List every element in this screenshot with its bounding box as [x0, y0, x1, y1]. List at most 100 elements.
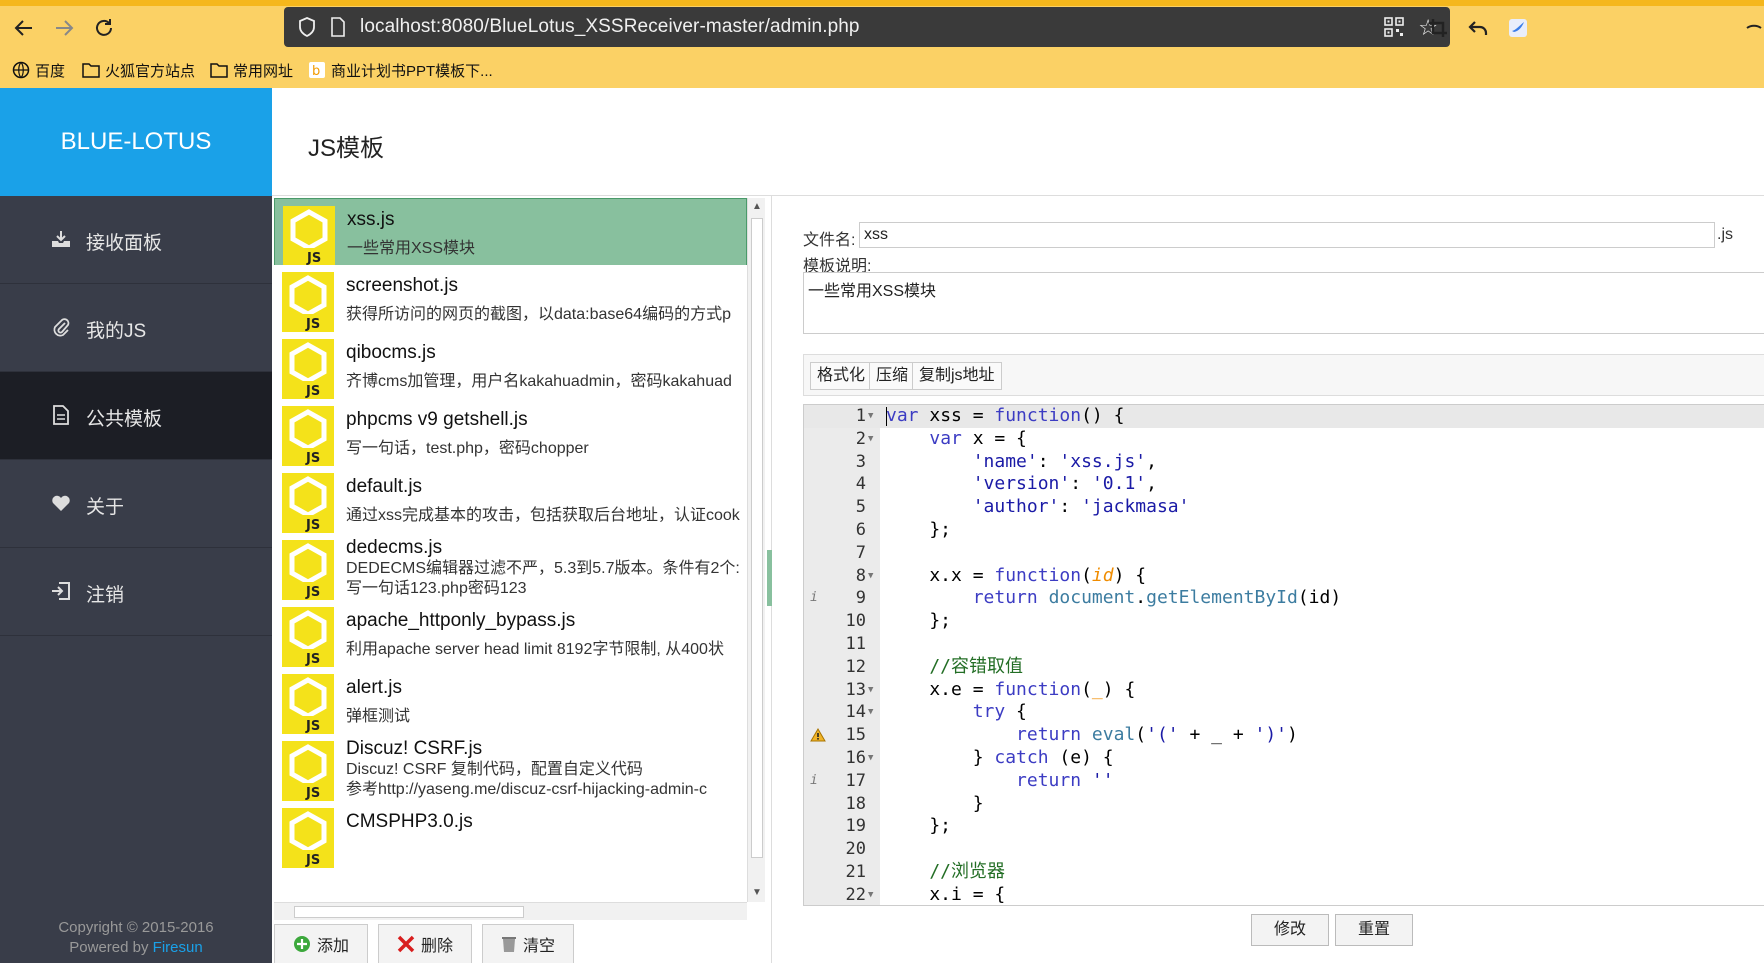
- fold-arrow-icon[interactable]: ▼: [868, 884, 873, 905]
- add-button[interactable]: 添加: [274, 924, 369, 963]
- template-list-item[interactable]: JS Discuz! CSRF.js Discuz! CSRF 复制代码，配置自定义…: [274, 734, 747, 808]
- code-line: return eval('(' + _ + ')'): [1016, 724, 1298, 746]
- fold-arrow-icon[interactable]: ▼: [868, 405, 873, 428]
- menu-icon[interactable]: [1740, 14, 1764, 42]
- sidebar-item-my-js[interactable]: 我的JS: [0, 284, 272, 372]
- sidebar-item-receive-panel[interactable]: 接收面板: [0, 196, 272, 284]
- fold-arrow-icon[interactable]: ▼: [868, 679, 873, 702]
- template-list-item[interactable]: JS default.js 通过xss完成基本的攻击，包括获取后台地址，认证cook: [274, 466, 747, 540]
- svg-text:JS: JS: [305, 786, 320, 801]
- js-logo-icon: JS: [280, 739, 336, 803]
- panel-splitter[interactable]: [767, 550, 772, 606]
- forward-arrow-icon[interactable]: [50, 14, 78, 42]
- logout-icon: [50, 580, 72, 602]
- address-bar[interactable]: localhost:8080/BlueLotus_XSSReceiver-mas…: [284, 7, 1450, 47]
- code-line: var x = {: [929, 427, 1027, 449]
- template-description-line: 获得所访问的网页的截图，以data:base64编码的方式p: [346, 306, 731, 323]
- code-line: };: [886, 815, 952, 837]
- sidebar-item-label: 接收面板: [86, 233, 163, 254]
- line-number: 22: [845, 884, 866, 905]
- url-text[interactable]: localhost:8080/BlueLotus_XSSReceiver-mas…: [360, 16, 860, 38]
- code-line: 'name': 'xss.js',: [972, 450, 1157, 472]
- sidebar-item-logout[interactable]: 注销: [0, 548, 272, 636]
- fold-arrow-icon[interactable]: ▼: [868, 428, 873, 451]
- template-description-line: Discuz! CSRF 复制代码，配置自定义代码: [346, 761, 643, 778]
- template-list-item[interactable]: JS phpcms v9 getshell.js 写一句话，test.php，密码c…: [274, 399, 747, 473]
- sidebar-item-label: 公共模板: [86, 409, 163, 430]
- chrome-top-strip: [0, 0, 1764, 6]
- warning-icon: [810, 724, 826, 747]
- template-list-item[interactable]: JS apache_httponly_bypass.js 利用apache serv…: [274, 600, 747, 674]
- sidebar-item-public-templates[interactable]: 公共模板: [0, 372, 272, 460]
- line-number: 3: [855, 451, 866, 472]
- svg-text:JS: JS: [305, 451, 320, 466]
- scroll-up-arrow-icon[interactable]: ▲: [748, 198, 766, 216]
- line-number: 5: [855, 497, 866, 518]
- scroll-thumb[interactable]: [751, 218, 763, 858]
- reload-icon[interactable]: [90, 14, 118, 42]
- sidebar-item-about[interactable]: 关于: [0, 460, 272, 548]
- template-list-item[interactable]: JS qibocms.js 齐博cms加管理，用户名kakahuadmin，密码ka…: [274, 332, 747, 406]
- template-list-item[interactable]: JS alert.js 弹框测试: [274, 667, 747, 741]
- back-arrow-icon[interactable]: [10, 14, 38, 42]
- bookmark-common-sites[interactable]: 常用网址: [210, 58, 293, 82]
- bookmark-ppt-template[interactable]: b 商业计划书PPT模板下...: [308, 58, 493, 82]
- bookmark-firefox-site[interactable]: 火狐官方站点: [82, 58, 195, 82]
- template-description: 利用apache server head limit 8192字节限制, 从40…: [346, 640, 746, 660]
- template-name: screenshot.js: [346, 275, 458, 296]
- template-name: qibocms.js: [346, 342, 436, 363]
- firesun-link[interactable]: Firesun: [153, 939, 203, 956]
- js-logo-icon: JS: [280, 672, 336, 736]
- fold-arrow-icon[interactable]: ▼: [868, 565, 873, 588]
- fold-arrow-icon[interactable]: ▼: [868, 701, 873, 724]
- delete-button[interactable]: 删除: [378, 924, 473, 963]
- undo-icon[interactable]: [1464, 14, 1492, 42]
- js-logo-icon: JS: [280, 605, 336, 669]
- shield-icon[interactable]: [298, 17, 316, 41]
- template-description-line: 弹框测试: [346, 708, 411, 725]
- template-list[interactable]: JS xss.js 一些常用XSS模块 JS screenshot.js 获得所访问的网页…: [274, 198, 747, 898]
- folder-icon: [210, 63, 228, 78]
- list-vertical-scrollbar[interactable]: ▲ ▼: [747, 198, 765, 902]
- svg-text:JS: JS: [305, 384, 320, 399]
- clear-button[interactable]: 清空: [482, 924, 575, 963]
- description-textarea[interactable]: 一些常用XSS模块: [803, 272, 1764, 334]
- document-icon: [50, 404, 72, 426]
- format-button[interactable]: 格式化: [810, 362, 873, 390]
- template-description-line: 写一句话，test.php，密码chopper: [346, 440, 589, 457]
- crop-icon[interactable]: [1424, 14, 1452, 42]
- template-list-item[interactable]: JS xss.js 一些常用XSS模块: [274, 198, 747, 272]
- template-list-item[interactable]: JS CMSPHP3.0.js: [274, 801, 747, 875]
- save-button[interactable]: 修改: [1251, 914, 1330, 946]
- extension-bird-icon[interactable]: [1504, 14, 1532, 42]
- filename-input[interactable]: xss: [859, 222, 1715, 248]
- scroll-down-arrow-icon[interactable]: ▼: [748, 884, 766, 902]
- editor-actions: 修改 重置: [1251, 914, 1414, 946]
- code-line: return document.getElementById(id): [972, 587, 1342, 609]
- editor-panel: 文件名: xss .js 模板说明: 一些常用XSS模块 格式化 压缩 复制js…: [773, 196, 1764, 963]
- template-name: dedecms.js: [346, 537, 443, 558]
- line-number: 21: [845, 862, 866, 882]
- copy-js-url-button[interactable]: 复制js地址: [912, 362, 1002, 390]
- sidebar-item-label: 注销: [86, 585, 125, 606]
- code-line: x.x = function(id) {: [886, 564, 1147, 586]
- code-line: };: [886, 610, 952, 632]
- list-horizontal-scrollbar[interactable]: [274, 902, 747, 920]
- svg-text:JS: JS: [305, 853, 320, 868]
- template-list-item[interactable]: JS screenshot.js 获得所访问的网页的截图，以data:base64编…: [274, 265, 747, 339]
- compress-button[interactable]: 压缩: [869, 362, 916, 390]
- reset-button[interactable]: 重置: [1335, 914, 1414, 946]
- template-list-item[interactable]: JS dedecms.js DEDECMS编辑器过滤不严，5.3到5.7版本。条件有…: [274, 533, 747, 607]
- download-icon: [50, 228, 72, 250]
- bookmark-baidu[interactable]: 百度: [12, 58, 65, 82]
- filename-extension: .js: [1717, 226, 1733, 243]
- code-editor[interactable]: 1 ▼ var xss = function() {2 ▼ var x = {3 'n…: [803, 404, 1764, 906]
- qr-code-icon[interactable]: [1384, 17, 1404, 41]
- template-name: Discuz! CSRF.js: [346, 738, 483, 759]
- code-line: return '': [1016, 769, 1114, 791]
- js-logo-icon: JS: [280, 471, 336, 535]
- brand-logo[interactable]: BLUE-LOTUS: [0, 88, 272, 196]
- fold-arrow-icon[interactable]: ▼: [868, 747, 873, 770]
- info-icon: i: [810, 590, 818, 606]
- scroll-thumb[interactable]: [294, 906, 524, 918]
